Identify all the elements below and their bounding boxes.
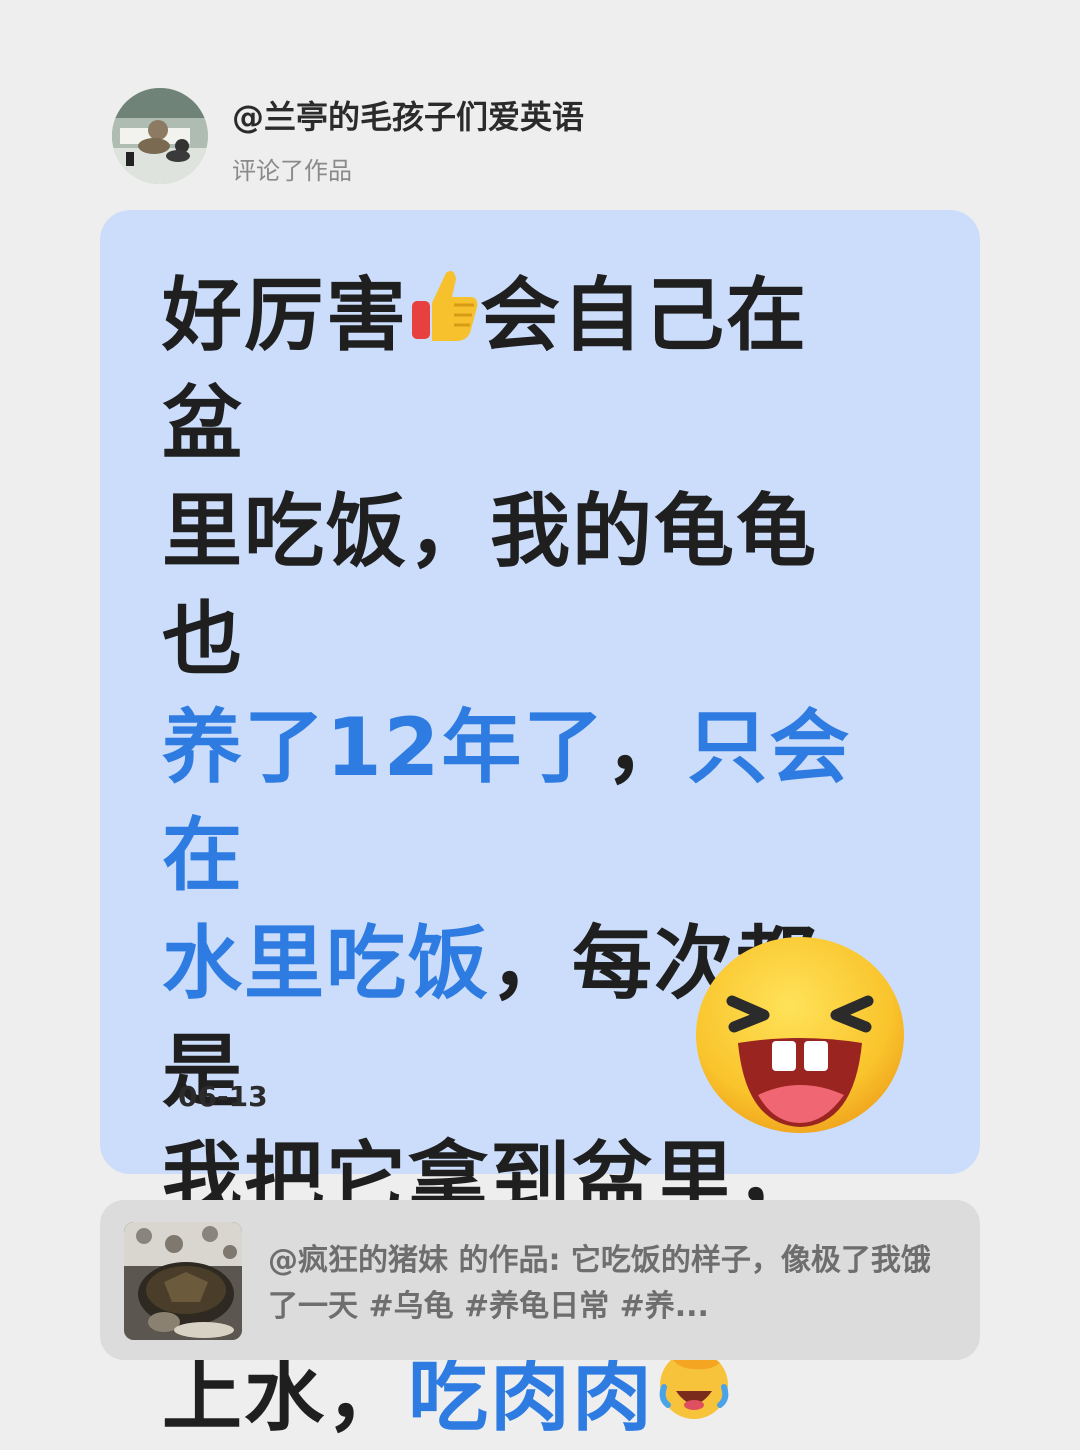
cat-avatar-icon	[112, 88, 208, 184]
original-post-card[interactable]: @疯狂的猪妹 的作品: 它吃饭的样子，像极了我饿了一天 #乌龟 #养龟日常 #养…	[100, 1200, 980, 1360]
laughing-face-icon	[694, 935, 906, 1135]
comment-line1-a: 好厉害	[162, 269, 408, 362]
comment-line6-highlight: 吃肉肉	[408, 1349, 654, 1443]
username[interactable]: @兰亭的毛孩子们爱英语	[232, 99, 584, 135]
comment-line2: 里吃饭，我的龟龟也	[162, 485, 818, 687]
comment-header: @兰亭的毛孩子们爱英语 评论了作品	[112, 88, 584, 186]
turtle-thumbnail	[124, 1222, 242, 1340]
original-post-text: @疯狂的猪妹 的作品: 它吃饭的样子，像极了我饿了一天 #乌龟 #养龟日常 #养…	[268, 1243, 931, 1324]
user-avatar[interactable]	[112, 88, 208, 184]
comment-line4-highlight: 水里吃饭	[162, 917, 490, 1011]
comment-line3-highlight-a: 养了12年了	[162, 701, 606, 795]
comment-line6-a: 上水，	[162, 1349, 408, 1443]
action-label: 评论了作品	[232, 157, 352, 186]
thumbs-up-icon	[408, 262, 480, 370]
comment-line3-comma: ，	[605, 701, 688, 795]
comment-date: 06-13	[178, 1080, 268, 1113]
comment-card: 好厉害 会自己在盆 里吃饭，我的龟龟也 养了12年了，只会在 水里吃饭，每次都是 …	[100, 210, 980, 1442]
